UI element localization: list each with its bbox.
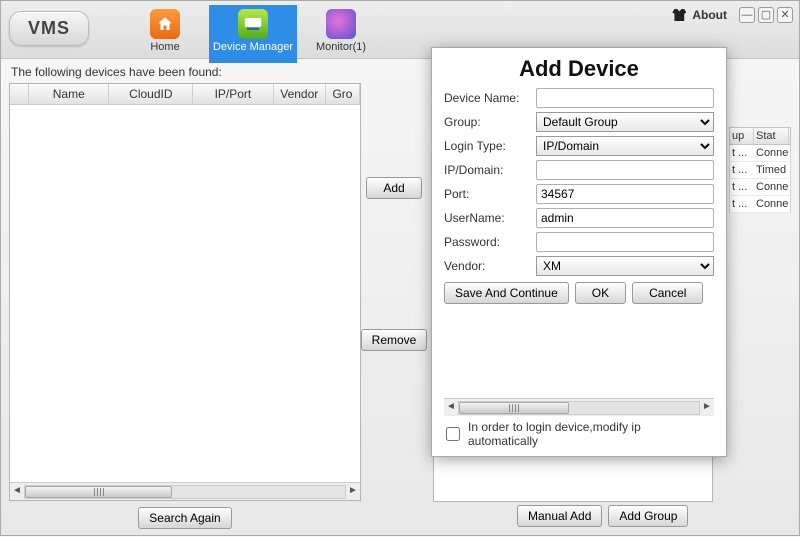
username-input[interactable]: [536, 208, 714, 228]
login-type-select[interactable]: IP/Domain: [536, 136, 714, 156]
ip-domain-input[interactable]: [536, 160, 714, 180]
col-name[interactable]: Name: [29, 84, 109, 104]
port-input[interactable]: [536, 184, 714, 204]
tab-home-label: Home: [150, 41, 179, 53]
col-vendor[interactable]: Vendor: [274, 84, 326, 104]
group-select[interactable]: Default Group: [536, 112, 714, 132]
col-ipport[interactable]: IP/Port: [193, 84, 273, 104]
label-group: Group:: [444, 115, 536, 129]
password-input[interactable]: [536, 232, 714, 252]
col-status-right[interactable]: Stat: [754, 128, 789, 144]
found-devices-body[interactable]: [10, 105, 360, 482]
tab-monitor[interactable]: Monitor(1): [297, 5, 385, 63]
scroll-right-icon[interactable]: ►: [700, 401, 714, 415]
app-title: VMS: [9, 11, 89, 46]
auto-modify-ip-checkbox[interactable]: [446, 427, 460, 441]
scroll-thumb[interactable]: [459, 402, 569, 414]
device-manager-icon: [238, 9, 268, 39]
label-password: Password:: [444, 235, 536, 249]
ok-button[interactable]: OK: [575, 282, 626, 304]
dialog-hscroll[interactable]: ◄ ►: [444, 398, 714, 416]
col-cloudid[interactable]: CloudID: [109, 84, 193, 104]
label-login-type: Login Type:: [444, 139, 536, 153]
scroll-right-icon[interactable]: ►: [346, 485, 360, 499]
label-port: Port:: [444, 187, 536, 201]
remove-button[interactable]: Remove: [361, 329, 428, 351]
found-devices-hscroll[interactable]: ◄ ►: [10, 482, 360, 500]
table-row[interactable]: t ...Connec: [729, 145, 791, 162]
managed-devices-right-slice: up Stat t ...Connec t ...Timed t ...Conn…: [729, 127, 791, 213]
add-button[interactable]: Add: [366, 177, 421, 199]
window-minimize-button[interactable]: —: [739, 7, 755, 23]
monitor-icon: [326, 9, 356, 39]
table-row[interactable]: t ...Connec: [729, 179, 791, 196]
about-button[interactable]: About: [672, 8, 727, 22]
col-group-right[interactable]: up: [730, 128, 754, 144]
about-icon: [672, 9, 686, 21]
auto-modify-ip-label: In order to login device,modify ip autom…: [468, 420, 714, 448]
main-content: The following devices have been found: N…: [1, 59, 799, 537]
vendor-select[interactable]: XM: [536, 256, 714, 276]
cancel-button[interactable]: Cancel: [632, 282, 703, 304]
scroll-thumb[interactable]: [25, 486, 172, 498]
manual-add-button[interactable]: Manual Add: [517, 505, 602, 527]
found-devices-panel: The following devices have been found: N…: [9, 65, 361, 529]
table-row[interactable]: t ...Connec: [729, 196, 791, 213]
search-again-button[interactable]: Search Again: [138, 507, 231, 529]
found-devices-header: Name CloudID IP/Port Vendor Gro: [10, 84, 360, 105]
label-username: UserName:: [444, 211, 536, 225]
col-group[interactable]: Gro: [326, 84, 360, 104]
device-name-input[interactable]: [536, 88, 714, 108]
home-icon: [150, 9, 180, 39]
table-row[interactable]: t ...Timed: [729, 162, 791, 179]
scroll-left-icon[interactable]: ◄: [10, 485, 24, 499]
scroll-left-icon[interactable]: ◄: [444, 401, 458, 415]
found-devices-grid[interactable]: Name CloudID IP/Port Vendor Gro ◄ ►: [9, 83, 361, 501]
tab-device-manager-label: Device Manager: [213, 41, 293, 53]
window-close-button[interactable]: ✕: [777, 7, 793, 23]
label-vendor: Vendor:: [444, 259, 536, 273]
col-select[interactable]: [10, 84, 29, 104]
dialog-title: Add Device: [444, 56, 714, 82]
tab-device-manager[interactable]: Device Manager: [209, 5, 297, 63]
tab-monitor-label: Monitor(1): [316, 41, 366, 53]
add-group-button[interactable]: Add Group: [608, 505, 688, 527]
label-ip-domain: IP/Domain:: [444, 163, 536, 177]
transfer-buttons: Add Remove: [361, 65, 427, 529]
label-device-name: Device Name:: [444, 91, 536, 105]
about-label: About: [692, 8, 727, 22]
add-device-dialog: Add Device Device Name: Group: Default G…: [431, 47, 727, 457]
window-maximize-button[interactable]: ▢: [758, 7, 774, 23]
tab-home[interactable]: Home: [121, 5, 209, 63]
save-and-continue-button[interactable]: Save And Continue: [444, 282, 569, 304]
tab-bar: Home Device Manager Monitor(1): [121, 5, 385, 58]
found-devices-caption: The following devices have been found:: [9, 65, 361, 79]
